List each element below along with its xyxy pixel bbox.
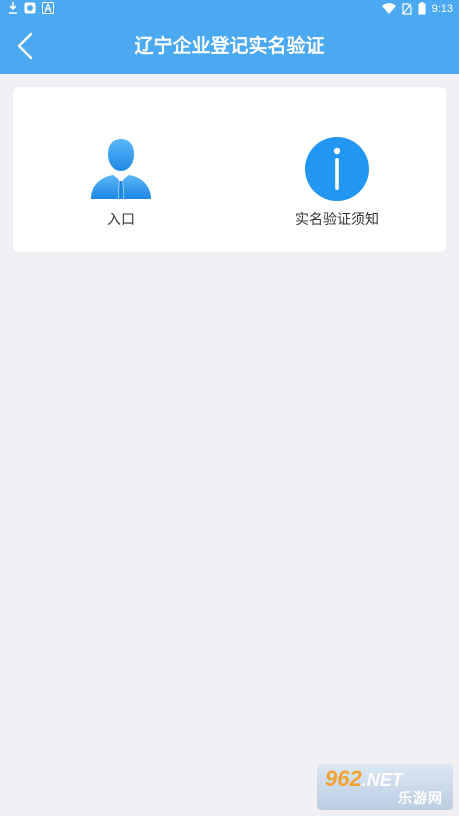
status-time: 9:13 <box>431 2 453 15</box>
a-notification-icon <box>42 2 54 14</box>
watermark-number: 962 <box>325 766 362 791</box>
watermark-brand: 962.NET <box>325 766 403 792</box>
page-title: 辽宁企业登记实名验证 <box>134 35 325 57</box>
app-header: 辽宁企业登记实名验证 <box>0 18 459 74</box>
status-left <box>8 2 54 14</box>
watermark-logo: 962.NET 乐游网 <box>317 764 453 810</box>
entry-tile[interactable]: 入口 <box>41 137 201 237</box>
no-sim-icon <box>401 2 412 15</box>
user-icon <box>91 139 151 199</box>
notice-tile[interactable]: 实名验证须知 <box>257 137 417 237</box>
info-icon <box>305 137 369 201</box>
entry-label: 入口 <box>107 212 135 228</box>
battery-icon <box>418 2 426 15</box>
status-right: 9:13 <box>381 2 453 15</box>
watermark-domain: .NET <box>361 770 403 790</box>
wifi-icon <box>381 2 396 14</box>
download-icon <box>9 2 17 14</box>
app-notification-icon <box>24 2 36 14</box>
watermark-text: 乐游网 <box>398 791 443 807</box>
status-bar: 9:13 <box>0 0 459 18</box>
notice-label: 实名验证须知 <box>295 212 379 228</box>
menu-card: 入口 实名验证须知 <box>13 87 446 252</box>
